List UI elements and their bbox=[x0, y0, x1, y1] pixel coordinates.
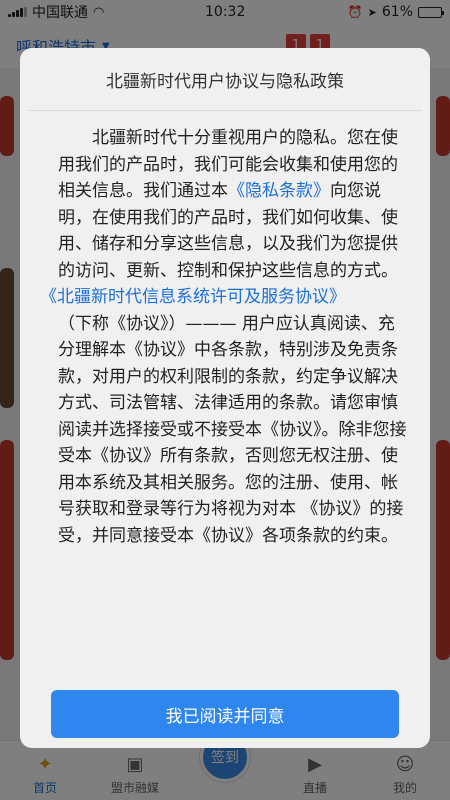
service-agreement-link[interactable]: 《北疆新时代信息系统许可及服务协议》 bbox=[40, 287, 346, 307]
dialog-title: 北疆新时代用户协议与隐私政策 bbox=[20, 48, 430, 110]
agree-button[interactable]: 我已阅读并同意 bbox=[51, 690, 399, 738]
privacy-policy-link[interactable]: 《隐私条款》 bbox=[228, 181, 330, 201]
dialog-body: 北疆新时代十分重视用户的隐私。您在使用我们的产品时，我们可能会收集和使用您的相关… bbox=[20, 111, 430, 671]
paragraph-text: （下称《协议》）——— 用户应认真阅读、充分理解本《协议》中各条款，特别涉及免责… bbox=[58, 313, 407, 546]
agreement-dialog: 北疆新时代用户协议与隐私政策 北疆新时代十分重视用户的隐私。您在使用我们的产品时… bbox=[20, 48, 430, 748]
